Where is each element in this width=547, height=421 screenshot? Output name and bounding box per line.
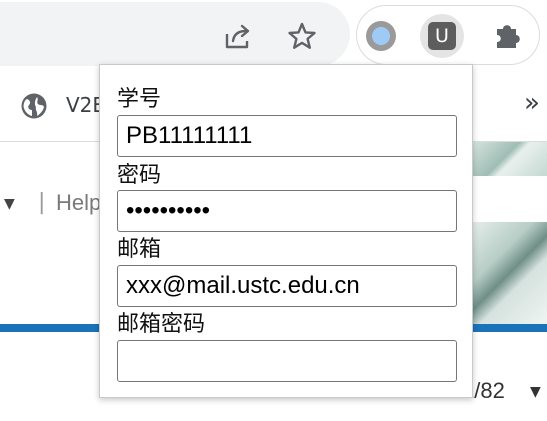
email-password-label: 邮箱密码 bbox=[117, 312, 206, 337]
extension-popup: 学号 PB11111111 密码 •••••••••• 邮箱 xxx@mail.… bbox=[99, 64, 473, 398]
browser-window: U V2E » ▼ | Help 1/82 ▼ 学号 PB11111111 密码… bbox=[0, 0, 547, 421]
nav-separator: | bbox=[38, 190, 46, 215]
globe-icon bbox=[20, 92, 48, 120]
share-icon[interactable] bbox=[218, 16, 258, 56]
page-image bbox=[470, 222, 547, 326]
bookmarks-overflow-button[interactable]: » bbox=[524, 88, 540, 118]
email-password-input[interactable] bbox=[117, 340, 457, 382]
help-link[interactable]: Help bbox=[56, 190, 101, 216]
email-input[interactable]: xxx@mail.ustc.edu.cn bbox=[117, 265, 457, 307]
puzzle-icon[interactable] bbox=[490, 18, 526, 54]
star-icon[interactable] bbox=[282, 16, 322, 56]
password-label: 密码 bbox=[117, 163, 162, 188]
page-counter-caret-icon[interactable]: ▼ bbox=[530, 384, 541, 400]
page-image bbox=[470, 142, 547, 176]
extension-circle-icon[interactable] bbox=[364, 19, 398, 53]
extension-u-icon: U bbox=[428, 22, 456, 50]
browser-toolbar: U bbox=[0, 0, 547, 70]
email-label: 邮箱 bbox=[117, 237, 162, 262]
student-id-input[interactable]: PB11111111 bbox=[117, 115, 457, 157]
password-input[interactable]: •••••••••• bbox=[117, 190, 457, 232]
student-id-label: 学号 bbox=[117, 87, 162, 112]
active-extension-button[interactable]: U bbox=[420, 14, 464, 58]
dropdown-caret-icon[interactable]: ▼ bbox=[4, 196, 15, 212]
